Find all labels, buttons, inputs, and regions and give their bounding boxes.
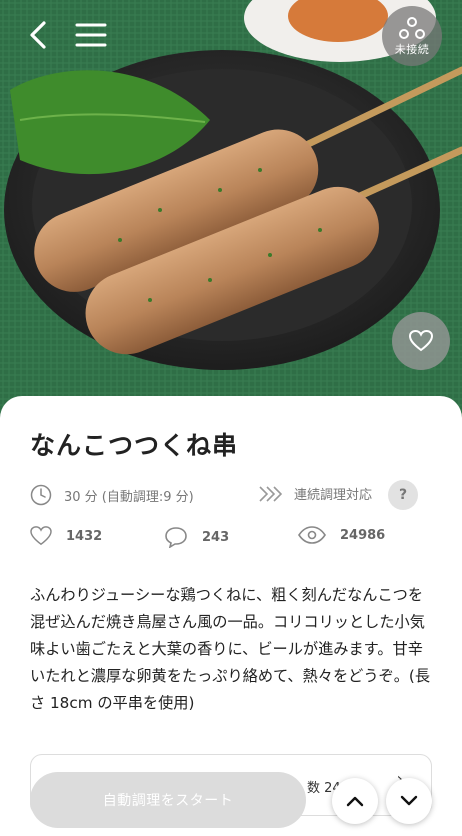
back-button[interactable]	[22, 18, 54, 52]
back-icon	[30, 21, 46, 49]
help-button[interactable]: ?	[388, 480, 418, 510]
clock-icon	[30, 484, 52, 506]
device-connection-button[interactable]: 未接続	[382, 6, 442, 66]
recipe-photo-art	[0, 0, 462, 420]
comment-icon	[165, 527, 187, 548]
recipe-title: なんこつつくね串	[30, 431, 239, 460]
recipe-photo: 未接続	[0, 0, 462, 420]
start-auto-cook-button[interactable]: 自動調理をスタート	[30, 772, 306, 828]
heart-icon	[409, 330, 433, 352]
chevron-down-icon	[400, 795, 418, 806]
comments-stat: 243	[164, 526, 229, 548]
comments-count: 243	[202, 529, 230, 545]
cook-time-text: 30 分 (自動調理:9 分)	[64, 489, 194, 505]
recipe-description: ふんわりジューシーな鶏つくねに、粗く刻んだなんこつを混ぜ込んだ焼き鳥屋さん風の一…	[30, 586, 431, 712]
scroll-down-button[interactable]	[386, 778, 432, 824]
favorite-button[interactable]	[392, 312, 450, 370]
connection-icon	[399, 16, 425, 39]
continuous-cooking: 連続調理対応	[258, 484, 372, 503]
cook-time: 30 分 (自動調理:9 分)	[30, 484, 194, 506]
fast-forward-icon	[259, 485, 282, 502]
chevron-up-icon	[346, 796, 364, 807]
menu-icon	[75, 23, 107, 47]
views-stat: 24986	[298, 526, 385, 544]
likes-count: 1432	[66, 528, 103, 544]
connection-status-label: 未接続	[394, 42, 430, 56]
heart-outline-icon	[30, 526, 52, 546]
eye-icon	[298, 526, 326, 544]
views-count: 24986	[340, 527, 386, 543]
scroll-up-button[interactable]	[332, 778, 378, 824]
recipe-detail-card: なんこつつくね串 30 分 (自動調理:9 分) 連続調理対応 ? 1432 2…	[0, 396, 462, 836]
continuous-cooking-label: 連続調理対応	[294, 488, 373, 503]
likes-stat: 1432	[30, 526, 102, 546]
menu-button[interactable]	[72, 18, 110, 52]
